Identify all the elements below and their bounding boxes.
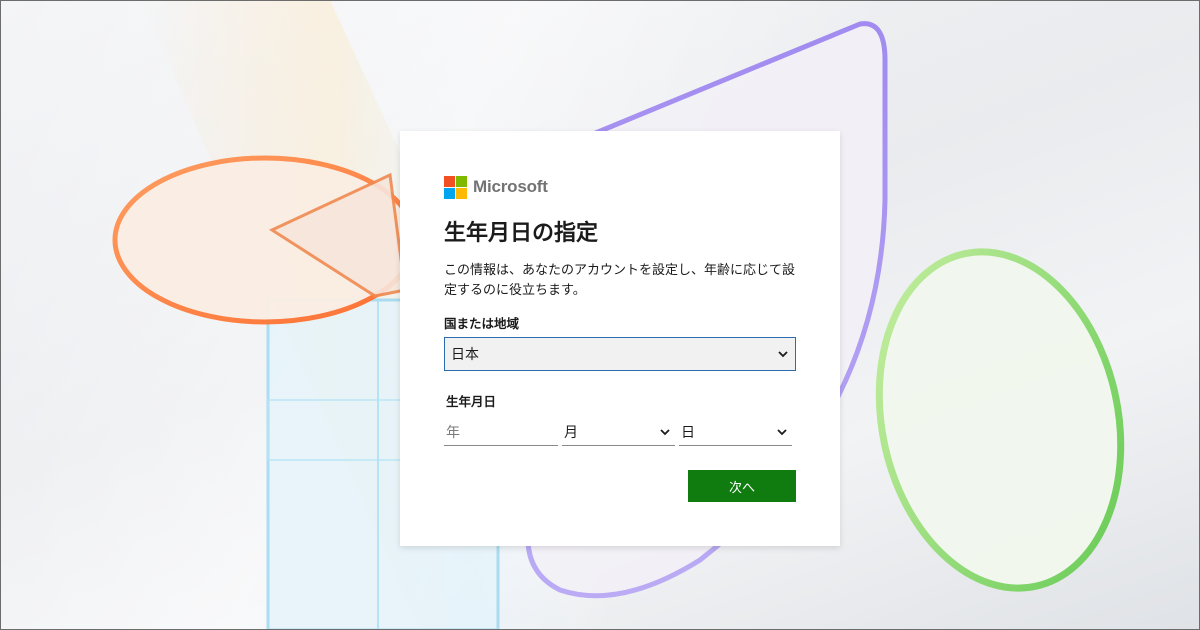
description-text: この情報は、あなたのアカウントを設定し、年齢に応じて設定するのに役立ちます。 bbox=[444, 263, 796, 298]
country-select[interactable]: 日本 bbox=[444, 337, 796, 371]
page-title: 生年月日の指定 bbox=[444, 221, 599, 246]
country-select-value: 日本 bbox=[451, 347, 479, 363]
chevron-down-icon bbox=[778, 351, 788, 358]
country-label: 国または地域 bbox=[444, 316, 520, 331]
birth-year-input[interactable]: 年 bbox=[444, 418, 558, 446]
birth-day-value: 日 bbox=[681, 424, 695, 441]
birthdate-label: 生年月日 bbox=[446, 394, 497, 409]
birth-month-select[interactable]: 月 bbox=[562, 418, 675, 446]
chevron-down-icon bbox=[660, 428, 670, 435]
microsoft-logo: Microsoft bbox=[444, 175, 796, 199]
birthdate-dialog: Microsoft 生年月日の指定 この情報は、あなたのアカウントを設定し、年齢… bbox=[400, 131, 840, 546]
birth-month-value: 月 bbox=[564, 424, 578, 441]
chevron-down-icon bbox=[777, 428, 787, 435]
birth-year-placeholder: 年 bbox=[446, 424, 460, 441]
brand-name: Microsoft bbox=[473, 177, 548, 196]
next-button[interactable]: 次へ bbox=[688, 470, 796, 502]
microsoft-logo-icon bbox=[444, 175, 467, 199]
birth-day-select[interactable]: 日 bbox=[679, 418, 792, 446]
birthdate-fields: 年 月 日 bbox=[444, 418, 796, 446]
